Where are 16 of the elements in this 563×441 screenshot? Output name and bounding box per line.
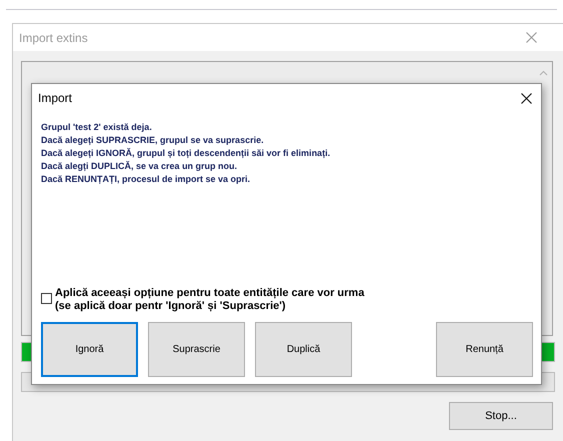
dialog-button[interactable]: Duplică xyxy=(255,322,352,377)
stop-button[interactable]: Stop... xyxy=(449,402,553,430)
message-line: Dacă alegeți IGNORĂ, grupul și toți descendenții săi vor fi eliminați. xyxy=(41,147,332,160)
close-icon[interactable] xyxy=(521,92,532,104)
dialog-title: Import xyxy=(38,90,72,107)
dialog-button[interactable]: Renunță xyxy=(436,322,533,377)
message-line: Dacă alegeți SUPRASCRIE, grupul se va suprascrie. xyxy=(41,134,265,147)
window-title: Import extins xyxy=(19,30,88,46)
message-line: Dacă RENUNȚAȚI, procesul de import se va opri. xyxy=(41,173,252,186)
dialog-button[interactable]: Ignoră xyxy=(41,322,138,377)
checkbox-label: (se aplică doar pentr 'Ignoră' și 'Suprascrie') xyxy=(55,300,287,313)
checkbox-label: Aplică aceeași opțiune pentru toate entitățile care vor urma xyxy=(55,287,364,300)
checkbox[interactable] xyxy=(41,293,52,304)
dialog-button[interactable]: Suprascrie xyxy=(148,322,245,377)
message-line: Dacă alegți DUPLICĂ, se va crea un grup nou. xyxy=(41,160,238,173)
message-line: Grupul 'test 2' există deja. xyxy=(41,121,153,134)
